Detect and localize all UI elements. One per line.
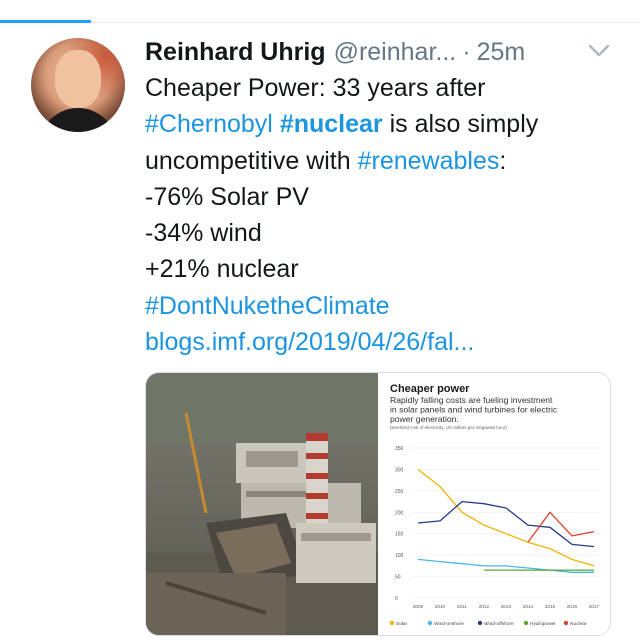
y-tick-label: 300 — [395, 467, 404, 473]
x-tick-label: 2017 — [589, 604, 600, 609]
x-tick-label: 2009 — [413, 604, 424, 609]
hashtag-link[interactable]: #renewables — [358, 147, 500, 175]
tweet-text-segment: -34% wind — [145, 219, 262, 248]
tweet-text-segment: Cheaper Power: 33 years after — [145, 74, 486, 102]
tweet-text-segment: -76% Solar PV — [145, 182, 309, 211]
x-tick-label: 2010 — [435, 604, 446, 609]
chart-x-ticks: 2009 2010 2011 2012 2013 2014 2015 2016 2017 — [413, 604, 600, 609]
legend-label: Hydropower — [530, 621, 556, 627]
series-line-nuclear — [527, 511, 595, 543]
tweet-line: -76% Solar PV — [145, 179, 625, 215]
legend-swatch — [389, 620, 395, 626]
tweet-text-segment: +21% nuclear — [145, 255, 299, 284]
y-tick-label: 0 — [395, 596, 398, 602]
author-name[interactable]: Reinhard Uhrig — [145, 38, 326, 67]
legend-label: Solar — [396, 621, 408, 627]
tweet-timestamp[interactable]: 25m — [477, 38, 526, 67]
chernobyl-photo-image — [146, 373, 378, 635]
chart-subtitle: Rapidly falling costs are fueling invest… — [390, 395, 558, 424]
header-separator: · — [462, 37, 471, 66]
tweet-line: Cheaper Power: 33 years after — [145, 70, 625, 106]
tweet-header: Reinhard Uhrig @reinhar... · 25m — [145, 36, 625, 68]
x-tick-label: 2015 — [545, 604, 556, 609]
chart-gridlines — [410, 447, 600, 599]
chart-series — [417, 468, 595, 573]
legend-swatch — [427, 620, 433, 626]
cheaper-power-chart[interactable]: Cheaper power Rapidly falling costs are … — [380, 373, 610, 635]
tweet-line: #DontNuketheClimate — [145, 288, 625, 324]
url-link[interactable]: blogs.imf.org/2019/04/26/fal... — [145, 328, 474, 356]
chart-legend: Solar Wind-onshore Wind-offshore Hydropower… — [389, 620, 587, 627]
legend-swatch — [477, 620, 483, 626]
tweet-text-segment: is also simply — [382, 110, 539, 139]
hashtag-link[interactable]: #Chernobyl — [145, 110, 273, 138]
tweet-text-segment — [273, 110, 280, 138]
legend-swatch — [523, 620, 529, 626]
series-line-wind-offshore — [417, 500, 595, 548]
tweet-text-segment: : — [499, 146, 507, 175]
tweet-line: #Chernobyl #nuclear is also simply — [145, 106, 625, 142]
y-tick-label: 100 — [395, 553, 404, 559]
author-handle[interactable]: @reinhar... — [334, 38, 457, 67]
x-tick-label: 2011 — [457, 604, 467, 609]
tweet-line: uncompetitive with #renewables: — [145, 143, 625, 179]
legend-label: Wind-onshore — [434, 621, 464, 627]
legend-label: Nuclear — [570, 621, 587, 627]
hashtag-link[interactable]: #nuclear — [280, 110, 383, 138]
x-tick-label: 2014 — [523, 604, 534, 609]
avatar-face — [55, 50, 101, 108]
chart-ylabel: (levelized cost of electricity, US dolla… — [390, 425, 507, 430]
y-tick-label: 250 — [395, 489, 404, 495]
hashtag-link[interactable]: #DontNuketheClimate — [145, 292, 390, 320]
x-tick-label: 2012 — [479, 604, 490, 609]
legend-swatch — [563, 620, 569, 626]
tweet-line: -34% wind — [145, 215, 625, 251]
avatar[interactable] — [31, 38, 125, 132]
chart-y-ticks: 0 50 100 150 200 250 300 350 — [395, 446, 404, 602]
x-tick-label: 2013 — [501, 604, 512, 609]
tweet-media[interactable]: Cheaper power Rapidly falling costs are … — [145, 372, 611, 636]
chart-svg: Cheaper power Rapidly falling costs are … — [389, 383, 600, 627]
legend-label: Wind-offshore — [484, 621, 514, 627]
active-tab-indicator — [0, 20, 91, 23]
y-tick-label: 50 — [395, 575, 401, 581]
tweet-text: Cheaper Power: 33 years after #Chernobyl … — [145, 70, 625, 360]
y-tick-label: 200 — [395, 510, 404, 516]
tweet-line: blogs.imf.org/2019/04/26/fal... — [145, 324, 625, 360]
tab-bar-divider — [0, 0, 640, 23]
y-tick-label: 150 — [395, 532, 404, 538]
chart-title: Cheaper power — [390, 383, 470, 395]
y-tick-label: 350 — [395, 446, 404, 452]
tweet-text-segment: uncompetitive with — [145, 146, 358, 175]
chernobyl-photo[interactable] — [146, 373, 378, 635]
x-tick-label: 2016 — [567, 604, 578, 609]
chevron-down-icon[interactable] — [588, 42, 610, 60]
tweet-line: +21% nuclear — [145, 251, 625, 287]
